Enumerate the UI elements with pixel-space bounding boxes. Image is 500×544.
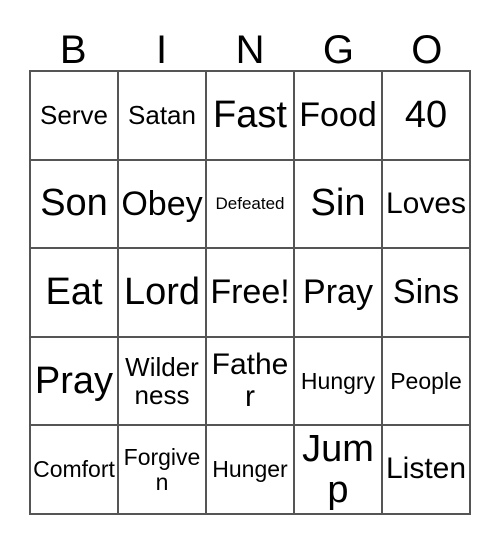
- bingo-cell[interactable]: Hungry: [295, 337, 383, 427]
- bingo-cell-label: Loves: [385, 186, 467, 220]
- bingo-cell[interactable]: Sin: [295, 160, 383, 250]
- bingo-cell[interactable]: Sins: [383, 249, 471, 338]
- bingo-cell-label: Pray: [303, 273, 373, 312]
- bingo-card: B I N G O Serve Satan Fast Food 40 Son Obey Defeate…: [0, 0, 500, 544]
- bingo-cell[interactable]: Hunger: [207, 426, 295, 515]
- bingo-cell-label: Defeated: [215, 193, 285, 213]
- bingo-cell[interactable]: Fast: [207, 72, 295, 161]
- bingo-cell[interactable]: Listen: [383, 426, 471, 515]
- bingo-cell[interactable]: Pray: [31, 337, 119, 427]
- bingo-cell-label: Obey: [121, 184, 203, 223]
- bingo-cell-label: 40: [404, 93, 448, 136]
- bingo-cell[interactable]: Son: [31, 160, 119, 250]
- bingo-cell[interactable]: Obey: [119, 160, 207, 250]
- bingo-header-row: BINGO: [29, 18, 471, 70]
- bingo-cell[interactable]: People: [383, 337, 471, 427]
- bingo-cell-label: Sin: [310, 182, 366, 225]
- bingo-cell[interactable]: Jump: [295, 426, 383, 515]
- bingo-cell[interactable]: Father: [207, 337, 295, 427]
- bingo-header-letter-o: O: [411, 28, 443, 72]
- bingo-cell[interactable]: Defeated: [207, 160, 295, 250]
- bingo-grid: Serve Satan Fast Food 40 Son Obey Defeated Sin Lo…: [29, 70, 471, 515]
- bingo-cell[interactable]: Serve: [31, 72, 119, 161]
- bingo-cell-label: Hunger: [212, 456, 288, 483]
- bingo-header-letter-g: G: [322, 28, 354, 72]
- bingo-cell[interactable]: 40: [383, 72, 471, 161]
- bingo-cell-label: Serve: [40, 100, 108, 131]
- bingo-cell[interactable]: Satan: [119, 72, 207, 161]
- bingo-header-letter-n: N: [235, 28, 265, 72]
- bingo-header-letter-b: B: [59, 28, 87, 72]
- bingo-cell-label: Pray: [34, 359, 114, 402]
- bingo-cell[interactable]: Loves: [383, 160, 471, 250]
- bingo-cell-label: Lord: [123, 270, 201, 313]
- bingo-header-letter-i: I: [156, 28, 168, 72]
- bingo-cell-label: Free!: [210, 273, 290, 312]
- bingo-cell-label: Listen: [385, 452, 467, 486]
- bingo-cell[interactable]: Wilderness: [119, 337, 207, 427]
- bingo-cell-label: Hungry: [300, 367, 376, 394]
- bingo-cell-label: Jump: [302, 427, 374, 511]
- bingo-cell[interactable]: Forgiven: [119, 426, 207, 515]
- bingo-cell[interactable]: Eat: [31, 249, 119, 338]
- bingo-cell[interactable]: Food: [295, 72, 383, 161]
- bingo-cell-label: People: [390, 367, 462, 394]
- bingo-cell-label: Eat: [45, 270, 103, 313]
- bingo-cell-label: Forgiven: [123, 443, 201, 495]
- bingo-cell-label: Satan: [128, 100, 196, 131]
- bingo-cell[interactable]: Comfort: [31, 426, 119, 515]
- bingo-cell[interactable]: Free!: [207, 249, 295, 338]
- bingo-cell-label: Sins: [392, 273, 460, 312]
- bingo-cell[interactable]: Pray: [295, 249, 383, 338]
- bingo-cell-label: Father: [211, 347, 289, 414]
- bingo-cell-label: Wilderness: [125, 352, 199, 411]
- bingo-cell-label: Food: [299, 95, 377, 134]
- bingo-cell[interactable]: Lord: [119, 249, 207, 338]
- bingo-cell-label: Comfort: [33, 456, 115, 483]
- bingo-cell-label: Fast: [213, 93, 287, 136]
- bingo-cell-label: Son: [40, 182, 108, 225]
